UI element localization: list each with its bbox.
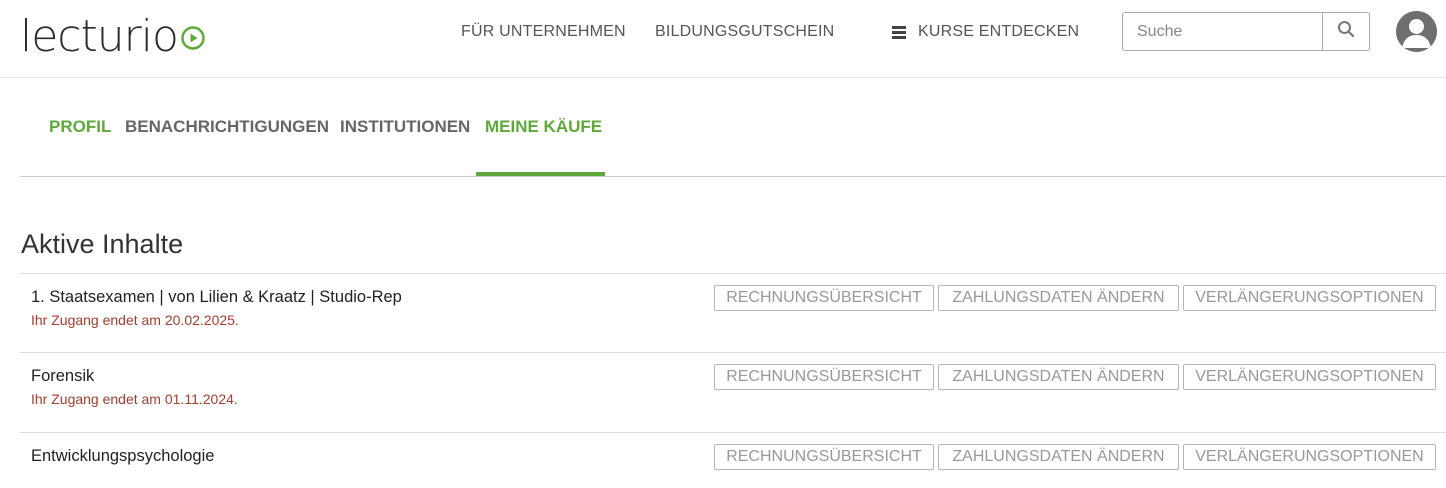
- tab-meine-kaeufe[interactable]: MEINE KÄUFE: [485, 117, 602, 137]
- search-input[interactable]: [1122, 12, 1322, 51]
- play-circle-icon: [180, 25, 206, 56]
- search-bar: [1122, 12, 1370, 51]
- course-title: Entwicklungspsychologie: [31, 447, 215, 465]
- access-expiry-text: Ihr Zugang endet am 20.02.2025.: [31, 312, 239, 328]
- nav-link-kurse-entdecken[interactable]: KURSE ENTDECKEN: [892, 22, 1079, 42]
- active-tab-indicator: [476, 172, 605, 176]
- tab-institutionen[interactable]: INSTITUTIONEN: [340, 117, 470, 137]
- nav-kurse-label: KURSE ENTDECKEN: [918, 23, 1080, 40]
- row-actions: RECHNUNGSÜBERSICHT ZAHLUNGSDATEN ÄNDERN …: [714, 364, 1436, 390]
- nav-link-bildungsgutschein[interactable]: BILDUNGSGUTSCHEIN: [655, 22, 834, 42]
- zahlungsdaten-aendern-button[interactable]: ZAHLUNGSDATEN ÄNDERN: [938, 285, 1179, 311]
- hamburger-icon: [892, 26, 906, 39]
- row-actions: RECHNUNGSÜBERSICHT ZAHLUNGSDATEN ÄNDERN …: [714, 444, 1436, 470]
- rechnungsuebersicht-button[interactable]: RECHNUNGSÜBERSICHT: [714, 444, 934, 470]
- verlaengerungsoptionen-button[interactable]: VERLÄNGERUNGSOPTIONEN: [1183, 364, 1436, 390]
- nav-link-fuer-unternehmen[interactable]: FÜR UNTERNEHMEN: [461, 22, 626, 42]
- logo-wordmark: lecturio: [20, 11, 179, 62]
- verlaengerungsoptionen-button[interactable]: VERLÄNGERUNGSOPTIONEN: [1183, 444, 1436, 470]
- course-title: 1. Staatsexamen | von Lilien & Kraatz | …: [31, 288, 402, 306]
- row-actions: RECHNUNGSÜBERSICHT ZAHLUNGSDATEN ÄNDERN …: [714, 285, 1436, 311]
- tab-benachrichtigungen[interactable]: BENACHRICHTIGUNGEN: [125, 117, 329, 137]
- account-tabs: PROFIL BENACHRICHTIGUNGEN INSTITUTIONEN …: [20, 78, 1446, 177]
- lecturio-logo[interactable]: lecturio: [20, 14, 210, 60]
- user-avatar-icon: [1396, 11, 1437, 52]
- section-title: Aktive Inhalte: [21, 229, 184, 259]
- search-icon: [1337, 20, 1355, 43]
- tab-profil[interactable]: PROFIL: [49, 117, 111, 137]
- rechnungsuebersicht-button[interactable]: RECHNUNGSÜBERSICHT: [714, 285, 934, 311]
- purchase-row: Forensik Ihr Zugang endet am 01.11.2024.…: [20, 352, 1446, 432]
- zahlungsdaten-aendern-button[interactable]: ZAHLUNGSDATEN ÄNDERN: [938, 444, 1179, 470]
- rechnungsuebersicht-button[interactable]: RECHNUNGSÜBERSICHT: [714, 364, 934, 390]
- purchase-row: Entwicklungspsychologie RECHNUNGSÜBERSIC…: [20, 432, 1446, 488]
- access-expiry-text: Ihr Zugang endet am 01.11.2024.: [31, 391, 238, 407]
- user-avatar[interactable]: [1396, 11, 1437, 52]
- verlaengerungsoptionen-button[interactable]: VERLÄNGERUNGSOPTIONEN: [1183, 285, 1436, 311]
- purchase-row: 1. Staatsexamen | von Lilien & Kraatz | …: [20, 273, 1446, 353]
- top-header: lecturio FÜR UNTERNEHMEN BILDUNGSGUTSCHE…: [0, 0, 1446, 78]
- search-button[interactable]: [1322, 12, 1370, 51]
- course-title: Forensik: [31, 367, 95, 385]
- zahlungsdaten-aendern-button[interactable]: ZAHLUNGSDATEN ÄNDERN: [938, 364, 1179, 390]
